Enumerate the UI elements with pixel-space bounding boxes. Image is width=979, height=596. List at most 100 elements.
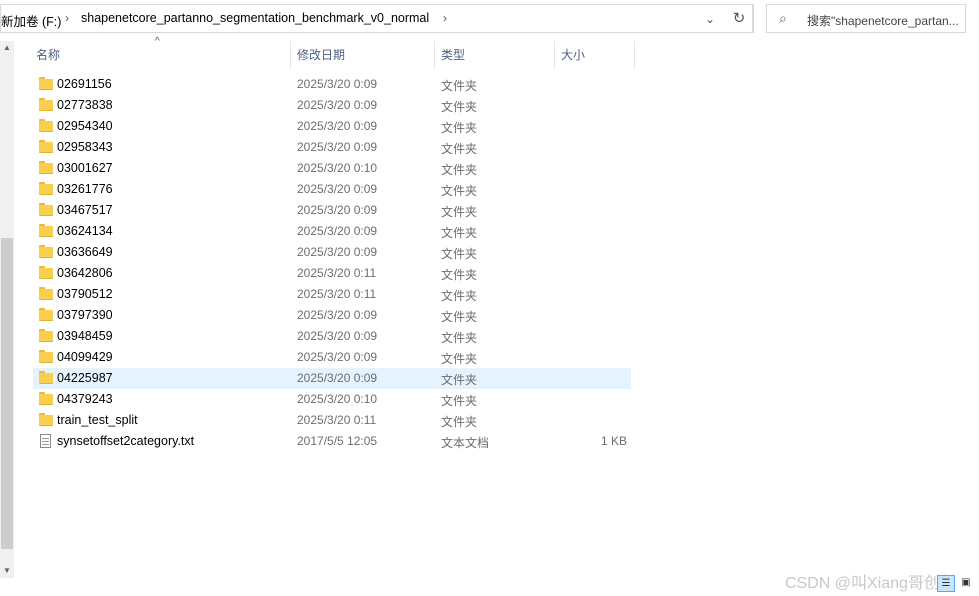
file-date: 2025/3/20 0:09 [297, 119, 378, 133]
file-date: 2025/3/20 0:09 [297, 98, 378, 112]
file-row[interactable]: 04379243 2025/3/20 0:10 文件夹 [33, 389, 631, 410]
file-date: 2025/3/20 0:09 [297, 224, 378, 238]
refresh-button[interactable]: ↻ [725, 4, 754, 33]
file-row[interactable]: 03001627 2025/3/20 0:10 文件夹 [33, 158, 631, 179]
file-type: 文件夹 [441, 331, 478, 345]
folder-icon [39, 119, 53, 133]
column-header-date[interactable]: 修改日期 [297, 41, 345, 69]
file-date: 2017/5/5 12:05 [297, 434, 378, 448]
file-type: 文件夹 [441, 205, 478, 219]
folder-icon [39, 266, 53, 280]
search-placeholder: 搜索"shapenetcore_partan... [807, 14, 959, 28]
file-row[interactable]: train_test_split 2025/3/20 0:11 文件夹 [33, 410, 631, 431]
file-type: 文件夹 [441, 415, 478, 429]
file-type: 文件夹 [441, 310, 478, 324]
file-date: 2025/3/20 0:09 [297, 203, 378, 217]
file-type: 文件夹 [441, 394, 478, 408]
file-type: 文件夹 [441, 289, 478, 303]
file-name: 03790512 [57, 287, 113, 301]
search-input[interactable]: ⌕ 搜索"shapenetcore_partan... [766, 4, 966, 33]
file-row[interactable]: 03642806 2025/3/20 0:11 文件夹 [33, 263, 631, 284]
file-date: 2025/3/20 0:09 [297, 77, 378, 91]
file-row[interactable]: 02954340 2025/3/20 0:09 文件夹 [33, 116, 631, 137]
column-divider[interactable] [634, 41, 635, 69]
file-date: 2025/3/20 0:09 [297, 182, 378, 196]
breadcrumb-drive[interactable]: 新加卷 (F:) [1, 11, 61, 30]
sort-ascending-icon: ^ [155, 36, 160, 47]
column-divider[interactable] [290, 41, 291, 69]
file-row[interactable]: 02958343 2025/3/20 0:09 文件夹 [33, 137, 631, 158]
column-divider[interactable] [434, 41, 435, 69]
file-type: 文件夹 [441, 142, 478, 156]
file-row[interactable]: 03797390 2025/3/20 0:09 文件夹 [33, 305, 631, 326]
folder-icon [39, 77, 53, 91]
file-name: 02773838 [57, 98, 113, 112]
file-name: 04099429 [57, 350, 113, 364]
file-date: 2025/3/20 0:09 [297, 329, 378, 343]
search-icon: ⌕ [779, 10, 787, 26]
file-row[interactable]: 03467517 2025/3/20 0:09 文件夹 [33, 200, 631, 221]
scroll-up-icon[interactable]: ▲ [0, 41, 14, 55]
file-row[interactable]: 03636649 2025/3/20 0:09 文件夹 [33, 242, 631, 263]
file-name: 02958343 [57, 140, 113, 154]
file-date: 2025/3/20 0:09 [297, 350, 378, 364]
file-row[interactable]: 02691156 2025/3/20 0:09 文件夹 [33, 74, 631, 95]
column-divider[interactable] [554, 41, 555, 69]
details-view-icon: ☰ [941, 578, 951, 589]
scroll-down-icon[interactable]: ▼ [0, 564, 14, 578]
file-name: 03642806 [57, 266, 113, 280]
folder-icon [39, 224, 53, 238]
file-row[interactable]: 03948459 2025/3/20 0:09 文件夹 [33, 326, 631, 347]
folder-icon [39, 329, 53, 343]
file-type: 文件夹 [441, 268, 478, 282]
breadcrumb-folder[interactable]: shapenetcore_partanno_segmentation_bench… [81, 11, 429, 25]
column-header-type[interactable]: 类型 [441, 41, 465, 69]
breadcrumb-separator-icon[interactable]: › [443, 11, 447, 25]
file-name: 02691156 [57, 77, 112, 91]
file-type: 文件夹 [441, 184, 478, 198]
file-row[interactable]: 03790512 2025/3/20 0:11 文件夹 [33, 284, 631, 305]
vertical-scrollbar[interactable]: ▲ ▼ [0, 41, 14, 578]
folder-icon [39, 287, 53, 301]
file-name: 03636649 [57, 245, 113, 259]
breadcrumb-separator-icon[interactable]: › [65, 11, 69, 25]
file-name: train_test_split [57, 413, 138, 427]
chevron-down-icon[interactable]: ⌄ [701, 9, 719, 29]
file-row[interactable]: 04225987 2025/3/20 0:09 文件夹 [33, 368, 631, 389]
file-row[interactable]: 03624134 2025/3/20 0:09 文件夹 [33, 221, 631, 242]
file-type: 文件夹 [441, 352, 478, 366]
large-icons-view-button[interactable]: ▣ [957, 575, 975, 592]
file-row[interactable]: 02773838 2025/3/20 0:09 文件夹 [33, 95, 631, 116]
file-date: 2025/3/20 0:11 [297, 266, 377, 280]
file-name: 03261776 [57, 182, 113, 196]
file-row[interactable]: 03261776 2025/3/20 0:09 文件夹 [33, 179, 631, 200]
folder-icon [39, 413, 53, 427]
file-name: 02954340 [57, 119, 113, 133]
folder-icon [39, 203, 53, 217]
large-icons-view-icon: ▣ [961, 577, 971, 588]
address-bar[interactable]: 新加卷 (F:) › shapenetcore_partanno_segment… [0, 4, 753, 33]
details-view-button[interactable]: ☰ [937, 575, 955, 592]
file-name: 04379243 [57, 392, 113, 406]
refresh-icon: ↻ [732, 10, 746, 27]
file-type: 文件夹 [441, 373, 478, 387]
file-row[interactable]: synsetoffset2category.txt 2017/5/5 12:05 文… [33, 431, 631, 452]
file-name: 03467517 [57, 203, 113, 217]
file-type: 文件夹 [441, 247, 478, 261]
file-date: 2025/3/20 0:09 [297, 245, 378, 259]
column-header-name[interactable]: 名称 [36, 41, 60, 69]
file-type: 文件夹 [441, 100, 478, 114]
scrollbar-thumb[interactable] [1, 238, 13, 549]
file-date: 2025/3/20 0:11 [297, 287, 377, 301]
file-date: 2025/3/20 0:09 [297, 140, 378, 154]
file-row[interactable]: 04099429 2025/3/20 0:09 文件夹 [33, 347, 631, 368]
folder-icon [39, 371, 53, 385]
file-name: synsetoffset2category.txt [57, 434, 195, 448]
file-type: 文件夹 [441, 79, 478, 93]
file-type: 文件夹 [441, 121, 478, 135]
column-header-size[interactable]: 大小 [561, 41, 585, 69]
file-name: 03001627 [57, 161, 113, 175]
folder-icon [39, 98, 53, 112]
folder-icon [39, 350, 53, 364]
file-name: 03948459 [57, 329, 113, 343]
